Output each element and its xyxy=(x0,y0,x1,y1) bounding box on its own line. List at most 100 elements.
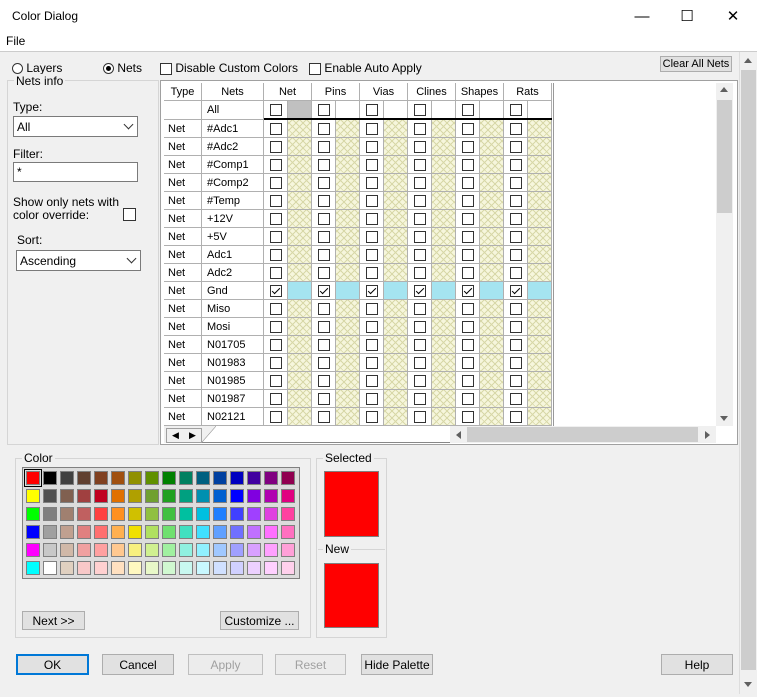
table-row-rats-checkbox[interactable] xyxy=(509,194,522,207)
palette-swatch[interactable] xyxy=(94,543,108,557)
table-row-vias-checkbox-cell[interactable] xyxy=(360,120,384,138)
table-row-pins-color-cell[interactable] xyxy=(336,228,360,246)
table-row-net-checkbox-cell[interactable] xyxy=(264,390,288,408)
palette-swatch[interactable] xyxy=(26,489,40,503)
palette-swatch[interactable] xyxy=(60,489,74,503)
palette-swatch[interactable] xyxy=(24,469,42,487)
palette-swatch[interactable] xyxy=(213,561,227,575)
table-row-net-name[interactable]: Miso xyxy=(202,300,264,318)
table-row-net-checkbox[interactable] xyxy=(269,230,282,243)
palette-swatch[interactable] xyxy=(43,489,57,503)
palette-swatch[interactable] xyxy=(281,507,295,521)
table-row-vias-color-cell[interactable] xyxy=(384,228,408,246)
nets-radio[interactable]: Nets xyxy=(103,61,142,75)
table-row-pins-checkbox[interactable] xyxy=(317,266,330,279)
table-row-vias-checkbox-cell[interactable] xyxy=(360,390,384,408)
palette-swatch[interactable] xyxy=(128,489,142,503)
table-row-net-color-cell[interactable] xyxy=(288,336,312,354)
table-row-net-checkbox-cell[interactable] xyxy=(264,264,288,282)
palette-swatch[interactable] xyxy=(230,489,244,503)
table-row-pins-checkbox-cell[interactable] xyxy=(312,264,336,282)
table-row-shapes-color-cell[interactable] xyxy=(480,138,504,156)
table-row-shapes-checkbox[interactable] xyxy=(461,194,474,207)
palette-swatch[interactable] xyxy=(145,471,159,485)
table-row-pins-checkbox-cell[interactable] xyxy=(312,354,336,372)
table-row-rats-checkbox[interactable] xyxy=(509,140,522,153)
palette-swatch[interactable] xyxy=(213,507,227,521)
table-row-net-checkbox[interactable] xyxy=(269,356,282,369)
table-row-rats-checkbox[interactable] xyxy=(509,392,522,405)
table-row-net-color-cell[interactable] xyxy=(288,156,312,174)
table-row-shapes-checkbox[interactable] xyxy=(461,284,474,297)
table-row-pins-checkbox[interactable] xyxy=(317,410,330,423)
table-row-net-color-cell[interactable] xyxy=(288,246,312,264)
table-row-net-name[interactable]: #Temp xyxy=(202,192,264,210)
table-row-shapes-checkbox-cell[interactable] xyxy=(456,372,480,390)
table-row-rats-color-cell[interactable] xyxy=(528,138,552,156)
table-row-clines-checkbox-cell[interactable] xyxy=(408,138,432,156)
palette-swatch[interactable] xyxy=(281,525,295,539)
palette-swatch[interactable] xyxy=(77,543,91,557)
table-row-rats-color-cell[interactable] xyxy=(528,372,552,390)
table-row-rats-checkbox[interactable] xyxy=(509,338,522,351)
palette-swatch[interactable] xyxy=(264,489,278,503)
table-row-shapes-checkbox[interactable] xyxy=(461,320,474,333)
table-row-pins-checkbox[interactable] xyxy=(317,122,330,135)
table-row-net-name[interactable]: #Comp1 xyxy=(202,156,264,174)
table-row-net-color-cell[interactable] xyxy=(288,372,312,390)
palette-swatch[interactable] xyxy=(281,543,295,557)
table-row-net-name[interactable]: #Adc1 xyxy=(202,120,264,138)
table-row-clines-checkbox-cell[interactable] xyxy=(408,282,432,300)
apply-button[interactable]: Apply xyxy=(188,654,263,675)
table-row-shapes-checkbox-cell[interactable] xyxy=(456,282,480,300)
all-rats-checkbox[interactable] xyxy=(509,104,522,116)
table-row-net-name[interactable]: Gnd xyxy=(202,282,264,300)
table-row-pins-checkbox[interactable] xyxy=(317,356,330,369)
table-row-clines-checkbox-cell[interactable] xyxy=(408,372,432,390)
table-row-net-checkbox-cell[interactable] xyxy=(264,246,288,264)
table-row-rats-checkbox-cell[interactable] xyxy=(504,390,528,408)
sheet-next-icon[interactable]: ▶ xyxy=(189,430,196,441)
clear-all-nets-button[interactable]: Clear All Nets xyxy=(660,56,732,72)
table-row-rats-checkbox-cell[interactable] xyxy=(504,138,528,156)
table-row-net-checkbox[interactable] xyxy=(269,248,282,261)
table-row-pins-color-cell[interactable] xyxy=(336,408,360,426)
filter-input[interactable]: * xyxy=(13,162,138,182)
palette-swatch[interactable] xyxy=(162,543,176,557)
table-row-vias-checkbox-cell[interactable] xyxy=(360,282,384,300)
all-clines-checkbox[interactable] xyxy=(413,104,426,116)
table-row-rats-checkbox[interactable] xyxy=(509,230,522,243)
palette-swatch[interactable] xyxy=(179,489,193,503)
palette-swatch[interactable] xyxy=(128,507,142,521)
table-row-pins-checkbox-cell[interactable] xyxy=(312,408,336,426)
table-row-pins-checkbox[interactable] xyxy=(317,320,330,333)
palette-swatch[interactable] xyxy=(213,489,227,503)
header-shapes[interactable]: Shapes xyxy=(456,83,504,101)
table-row-pins-checkbox-cell[interactable] xyxy=(312,138,336,156)
table-row-vias-checkbox[interactable] xyxy=(365,320,378,333)
table-row-vias-checkbox-cell[interactable] xyxy=(360,228,384,246)
table-row-net-checkbox-cell[interactable] xyxy=(264,192,288,210)
palette-swatch[interactable] xyxy=(145,561,159,575)
table-row-vias-checkbox-cell[interactable] xyxy=(360,174,384,192)
palette-swatch[interactable] xyxy=(94,525,108,539)
table-row-vias-color-cell[interactable] xyxy=(384,246,408,264)
table-row-vias-color-cell[interactable] xyxy=(384,156,408,174)
table-row-net-color-cell[interactable] xyxy=(288,192,312,210)
table-row-shapes-checkbox[interactable] xyxy=(461,212,474,225)
palette-swatch[interactable] xyxy=(60,525,74,539)
table-row-shapes-checkbox-cell[interactable] xyxy=(456,174,480,192)
table-row-vias-color-cell[interactable] xyxy=(384,300,408,318)
all-pins-checkbox[interactable] xyxy=(317,104,330,116)
table-row-clines-checkbox[interactable] xyxy=(413,410,426,423)
table-row-rats-checkbox-cell[interactable] xyxy=(504,300,528,318)
table-row-rats-checkbox-cell[interactable] xyxy=(504,156,528,174)
palette-swatch[interactable] xyxy=(230,471,244,485)
table-row-net-name[interactable]: +5V xyxy=(202,228,264,246)
table-row-clines-checkbox-cell[interactable] xyxy=(408,408,432,426)
palette-swatch[interactable] xyxy=(60,543,74,557)
palette-swatch[interactable] xyxy=(162,561,176,575)
table-row-pins-color-cell[interactable] xyxy=(336,174,360,192)
table-row-shapes-color-cell[interactable] xyxy=(480,354,504,372)
table-row-pins-color-cell[interactable] xyxy=(336,390,360,408)
